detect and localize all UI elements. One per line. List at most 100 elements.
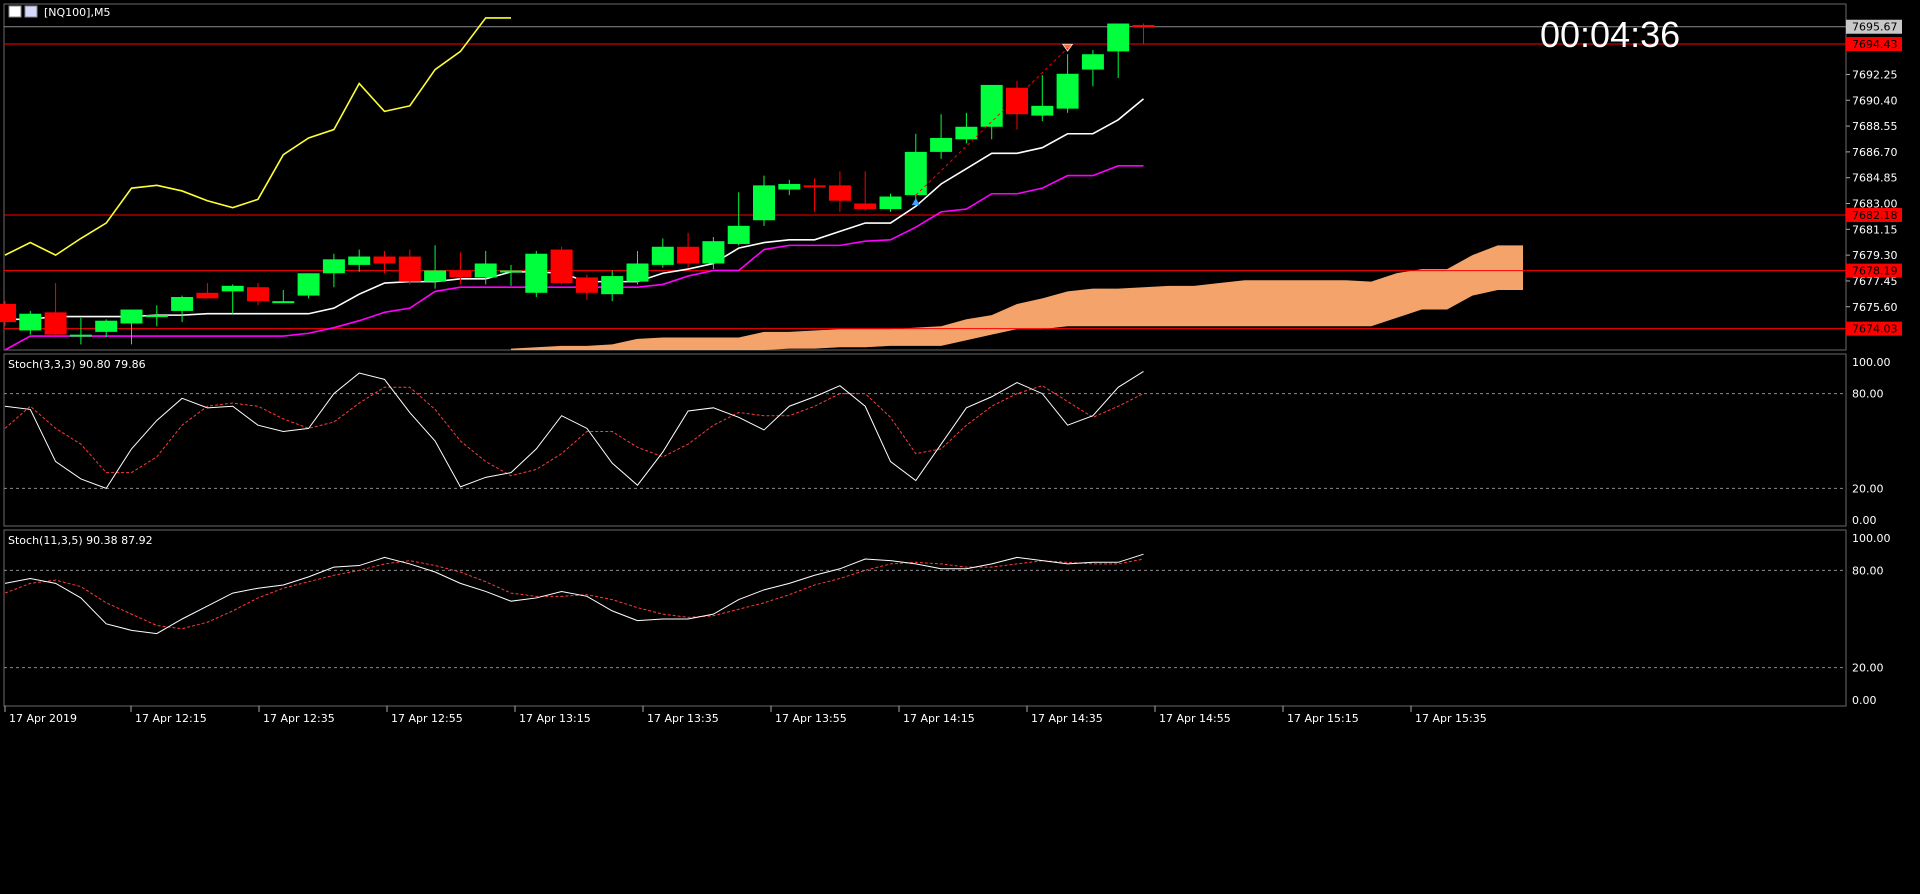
candle-body bbox=[753, 185, 775, 221]
stoch-3-3-3-tick-label: 0.00 bbox=[1852, 514, 1877, 527]
candle-body bbox=[221, 285, 244, 292]
price-tick-label: 7684.85 bbox=[1852, 172, 1898, 185]
time-tick-label: 17 Apr 12:35 bbox=[263, 712, 335, 725]
candle-countdown-timer: 00:04:36 bbox=[1540, 14, 1681, 55]
price-tick-label: 7675.60 bbox=[1852, 301, 1898, 314]
candle-body bbox=[651, 246, 674, 265]
candle-body bbox=[0, 303, 16, 323]
trading-chart[interactable]: 7692.25 7690.40 7688.55 7686.70 7684.85 7683.… bbox=[0, 0, 1920, 890]
candle-body bbox=[424, 270, 447, 282]
candle-body bbox=[120, 309, 143, 324]
candle-body bbox=[196, 292, 219, 299]
candle-body bbox=[980, 84, 1003, 127]
time-tick-label: 17 Apr 13:15 bbox=[519, 712, 591, 725]
candle-body bbox=[19, 313, 42, 331]
candle-body bbox=[601, 276, 624, 295]
stoch-3-3-3-signal-line bbox=[4, 385, 1144, 477]
candle-body bbox=[727, 225, 750, 244]
time-tick-label: 17 Apr 14:35 bbox=[1031, 712, 1103, 725]
candle-body bbox=[69, 334, 92, 337]
level-price-box: 7694.43 bbox=[1846, 37, 1902, 52]
buy-arrow-icon bbox=[911, 198, 920, 206]
candle-body bbox=[322, 259, 345, 274]
price-tick-label: 7690.40 bbox=[1852, 94, 1898, 107]
candle-body bbox=[626, 263, 649, 282]
level-price-box: 7682.18 bbox=[1846, 207, 1902, 222]
candle-body bbox=[44, 312, 67, 335]
candle-body bbox=[550, 249, 573, 284]
candle-body bbox=[449, 270, 472, 278]
candle-body bbox=[702, 241, 725, 264]
candle-body bbox=[525, 253, 548, 293]
candle-body bbox=[575, 277, 598, 293]
current-price-box: 7695.67 bbox=[1846, 19, 1902, 34]
stoch-11-3-5-tick-label: 20.00 bbox=[1852, 662, 1884, 675]
level-price-box-label: 7674.03 bbox=[1852, 323, 1898, 336]
stoch-3-3-3-tick-label: 80.00 bbox=[1852, 388, 1884, 401]
chart-window-icon bbox=[24, 5, 38, 18]
time-tick-label: 17 Apr 2019 bbox=[9, 712, 77, 725]
pane-frame-s2 bbox=[3, 529, 1847, 707]
chart-window-icon bbox=[8, 5, 22, 18]
time-tick-label: 17 Apr 13:55 bbox=[775, 712, 847, 725]
candle-body bbox=[171, 296, 194, 311]
candle-body bbox=[955, 126, 978, 140]
symbol-timeframe-label: [NQ100],M5 bbox=[44, 6, 110, 19]
candle-body bbox=[904, 151, 927, 196]
time-tick-label: 17 Apr 14:55 bbox=[1159, 712, 1231, 725]
price-tick-label: 7686.70 bbox=[1852, 146, 1898, 159]
time-tick-label: 17 Apr 15:15 bbox=[1287, 712, 1359, 725]
sell-arrow-icon bbox=[1062, 43, 1074, 52]
candle-body bbox=[1006, 87, 1028, 115]
stoch-11-3-5-tick-label: 100.00 bbox=[1852, 532, 1891, 545]
level-price-box: 7678.19 bbox=[1846, 263, 1902, 278]
time-tick-label: 17 Apr 12:55 bbox=[391, 712, 463, 725]
level-price-box-label: 7682.18 bbox=[1852, 209, 1898, 222]
candle-body bbox=[778, 183, 801, 190]
pane-frame-s1 bbox=[3, 353, 1847, 527]
price-tick-label: 7692.25 bbox=[1852, 68, 1898, 81]
stoch-3-3-3-main-line bbox=[4, 371, 1144, 490]
time-tick-label: 17 Apr 12:15 bbox=[135, 712, 207, 725]
level-price-box-label: 7678.19 bbox=[1852, 265, 1898, 278]
stoch-11-3-5-main-line bbox=[4, 553, 1144, 635]
price-tick-label: 7679.30 bbox=[1852, 249, 1898, 262]
price-tick-label: 7688.55 bbox=[1852, 120, 1898, 133]
candle-body bbox=[854, 203, 877, 210]
time-tick-label: 17 Apr 13:35 bbox=[647, 712, 719, 725]
candle-body bbox=[1132, 24, 1155, 27]
candle-body bbox=[803, 185, 826, 188]
candle-body bbox=[348, 256, 371, 265]
stoch-3-3-3-title: Stoch(3,3,3) 90.80 79.86 bbox=[8, 358, 146, 371]
stoch-11-3-5-title: Stoch(11,3,5) 90.38 87.92 bbox=[8, 534, 153, 547]
price-tick-label: 7681.15 bbox=[1852, 223, 1898, 236]
chart-canvas: 7692.257690.407688.557686.707684.857683.… bbox=[0, 3, 1902, 725]
candle-body bbox=[1056, 73, 1079, 109]
candle-body bbox=[247, 287, 269, 302]
candle-body bbox=[677, 246, 700, 264]
candle-body bbox=[828, 185, 851, 201]
candle-body bbox=[145, 315, 168, 318]
candle-body bbox=[95, 320, 118, 332]
chikou-line bbox=[4, 17, 511, 257]
stoch-3-3-3-tick-label: 20.00 bbox=[1852, 482, 1884, 495]
current-price-box-label: 7695.67 bbox=[1852, 21, 1898, 34]
stoch-11-3-5-tick-label: 80.00 bbox=[1852, 564, 1884, 577]
candle-body bbox=[474, 263, 497, 278]
candle-body bbox=[1107, 23, 1130, 52]
candle-body bbox=[1081, 54, 1104, 70]
time-tick-label: 17 Apr 15:35 bbox=[1415, 712, 1487, 725]
candle-body bbox=[879, 196, 902, 210]
candle-body bbox=[272, 301, 295, 304]
candle-body bbox=[500, 270, 522, 273]
candle-body bbox=[297, 273, 320, 296]
level-price-box-label: 7694.43 bbox=[1852, 38, 1898, 51]
candle-body bbox=[930, 137, 953, 152]
candle-body bbox=[1031, 105, 1054, 116]
stoch-3-3-3-tick-label: 100.00 bbox=[1852, 356, 1891, 369]
time-tick-label: 17 Apr 14:15 bbox=[903, 712, 975, 725]
level-price-box: 7674.03 bbox=[1846, 321, 1902, 336]
candle-body bbox=[373, 256, 396, 264]
stoch-11-3-5-tick-label: 0.00 bbox=[1852, 694, 1877, 707]
candle-body bbox=[398, 256, 421, 282]
